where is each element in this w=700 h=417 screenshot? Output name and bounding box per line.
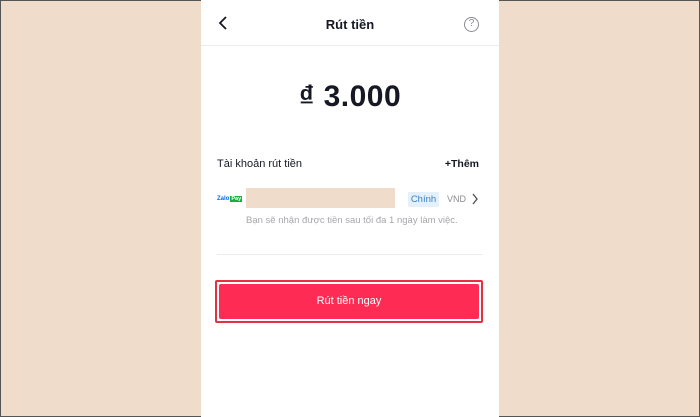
zalopay-logo: Zalo Pay [217, 194, 243, 204]
processing-note: Bạn sẽ nhận được tiền sau tối đa 1 ngày … [246, 215, 458, 226]
divider [217, 254, 483, 255]
add-account-link[interactable]: +Thêm [445, 158, 479, 170]
withdraw-now-button[interactable]: Rút tiền ngay [219, 284, 479, 319]
app-header: Rút tiền ? [201, 0, 499, 46]
primary-account-badge: Chính [408, 192, 439, 207]
withdraw-amount: ₫ 3.000 [298, 80, 402, 113]
account-number-redacted [246, 188, 395, 208]
currency-label: VND [447, 194, 467, 204]
page-title: Rút tiền [325, 17, 375, 32]
phone-screen: Rút tiền ? ₫ 3.000 Tài khoản rút tiền +T… [201, 0, 499, 417]
help-circle-icon[interactable]: ? [464, 17, 479, 32]
chevron-right-icon[interactable] [471, 193, 479, 205]
withdraw-account-label: Tài khoản rút tiền [217, 158, 302, 170]
logo-suffix: Pay [230, 196, 243, 202]
logo-text: Zalo [217, 196, 230, 202]
